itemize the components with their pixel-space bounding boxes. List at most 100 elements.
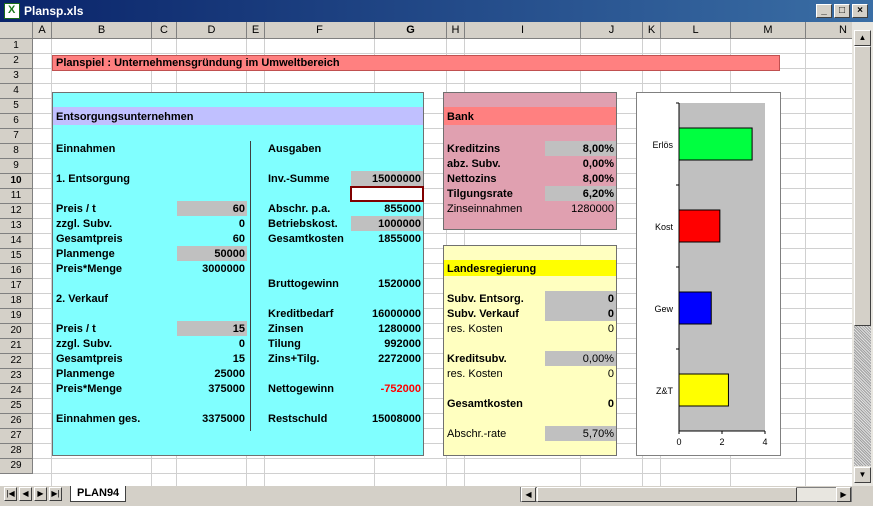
land-gesamtkosten-value[interactable]: 0 [545, 397, 614, 411]
v-gesamtpreis-value[interactable]: 15 [177, 352, 245, 366]
v-preis-menge-value[interactable]: 375000 [177, 382, 245, 396]
row-header-11[interactable]: 11 [0, 189, 33, 204]
res-kosten-2-value[interactable]: 0 [545, 367, 614, 381]
column-header-b[interactable]: B [52, 22, 152, 39]
row-header-14[interactable]: 14 [0, 234, 33, 249]
h-scroll-thumb[interactable] [537, 487, 797, 502]
rest-value[interactable]: 15008000 [351, 412, 421, 426]
zinsen-value[interactable]: 1280000 [351, 322, 421, 336]
prev-sheet-button[interactable]: ◀ [19, 487, 32, 501]
abschr-rate-value[interactable]: 5,70% [545, 427, 614, 441]
preis-menge-value[interactable]: 3000000 [177, 262, 245, 276]
row-header-23[interactable]: 23 [0, 369, 33, 384]
row-header-16[interactable]: 16 [0, 264, 33, 279]
column-header-i[interactable]: I [465, 22, 581, 39]
row-header-10[interactable]: 10 [0, 174, 33, 189]
kreditbedarf-value[interactable]: 16000000 [351, 307, 421, 321]
kreditsubv-value[interactable]: 0,00% [545, 352, 614, 366]
einn-ges-value[interactable]: 3375000 [177, 412, 245, 426]
column-header-a[interactable]: A [33, 22, 52, 39]
column-header-k[interactable]: K [643, 22, 661, 39]
column-header-j[interactable]: J [581, 22, 643, 39]
netto-value[interactable]: -752000 [351, 382, 421, 396]
subv-verkauf-value[interactable]: 0 [545, 307, 614, 321]
column-header-m[interactable]: M [731, 22, 806, 39]
row-header-18[interactable]: 18 [0, 294, 33, 309]
scroll-left-button[interactable]: ◀ [521, 487, 536, 502]
row-header-28[interactable]: 28 [0, 444, 33, 459]
landesregierung-panel: Landesregierung Subv. Entsorg. 0 Subv. V… [443, 245, 617, 456]
row-header-25[interactable]: 25 [0, 399, 33, 414]
zzgl-value[interactable]: 0 [177, 217, 245, 231]
column-header-n[interactable]: N [806, 22, 852, 39]
row-header-15[interactable]: 15 [0, 249, 33, 264]
row-header-2[interactable]: 2 [0, 54, 33, 69]
subv-entsorg-value[interactable]: 0 [545, 292, 614, 306]
row-header-8[interactable]: 8 [0, 144, 33, 159]
last-sheet-button[interactable]: ▶| [49, 487, 62, 501]
row-header-6[interactable]: 6 [0, 114, 33, 129]
column-header-g[interactable]: G [375, 22, 447, 39]
zinseinnahmen-value[interactable]: 1280000 [545, 202, 614, 216]
nettozins-value[interactable]: 8,00% [545, 172, 614, 186]
row-header-29[interactable]: 29 [0, 459, 33, 474]
v-preis-value[interactable]: 15 [177, 322, 245, 336]
horizontal-scrollbar[interactable]: ◀ ▶ [520, 487, 852, 502]
row-header-7[interactable]: 7 [0, 129, 33, 144]
column-header-e[interactable]: E [247, 22, 265, 39]
preis-label: Preis / t [56, 203, 96, 215]
active-cell[interactable] [350, 186, 424, 202]
row-header-12[interactable]: 12 [0, 204, 33, 219]
v-planmenge-value[interactable]: 25000 [177, 367, 245, 381]
row-header-1[interactable]: 1 [0, 39, 33, 54]
select-all-corner[interactable] [0, 22, 33, 39]
next-sheet-button[interactable]: ▶ [34, 487, 47, 501]
maximize-button[interactable]: □ [834, 4, 850, 18]
row-header-20[interactable]: 20 [0, 324, 33, 339]
zt-value[interactable]: 2272000 [351, 352, 421, 366]
gesamtkosten-value[interactable]: 1855000 [351, 232, 421, 246]
column-header-l[interactable]: L [661, 22, 731, 39]
row-header-26[interactable]: 26 [0, 414, 33, 429]
v-preis-label: Preis / t [56, 323, 96, 335]
tilgungsrate-value[interactable]: 6,20% [545, 187, 614, 201]
v-zzgl-value[interactable]: 0 [177, 337, 245, 351]
close-button[interactable]: × [852, 4, 868, 18]
scroll-up-button[interactable]: ▲ [854, 30, 871, 46]
row-header-17[interactable]: 17 [0, 279, 33, 294]
vertical-scrollbar[interactable]: ▲ ▼ [852, 22, 873, 486]
tilgung-value[interactable]: 992000 [351, 337, 421, 351]
column-header-h[interactable]: H [447, 22, 465, 39]
row-header-22[interactable]: 22 [0, 354, 33, 369]
brutto-value[interactable]: 1520000 [351, 277, 421, 291]
row-header-21[interactable]: 21 [0, 339, 33, 354]
row-header-27[interactable]: 27 [0, 429, 33, 444]
row-header-5[interactable]: 5 [0, 99, 33, 114]
scroll-right-button[interactable]: ▶ [836, 487, 851, 502]
row-header-19[interactable]: 19 [0, 309, 33, 324]
row-header-3[interactable]: 3 [0, 69, 33, 84]
abz-subv-value[interactable]: 0,00% [545, 157, 614, 171]
minimize-button[interactable]: _ [816, 4, 832, 18]
row-header-13[interactable]: 13 [0, 219, 33, 234]
column-header-d[interactable]: D [177, 22, 247, 39]
res-kosten-1-value[interactable]: 0 [545, 322, 614, 336]
spreadsheet-grid[interactable]: Planspiel : Unternehmensgründung im Umwe… [0, 22, 852, 486]
preis-value[interactable]: 60 [177, 202, 245, 216]
sheet-tab-plan94[interactable]: PLAN94 [70, 486, 127, 502]
row-header-9[interactable]: 9 [0, 159, 33, 174]
betrieb-value[interactable]: 1000000 [351, 217, 421, 231]
inv-value[interactable]: 15000000 [351, 172, 421, 186]
first-sheet-button[interactable]: |◀ [4, 487, 17, 501]
kreditzins-value[interactable]: 8,00% [545, 142, 614, 156]
scroll-down-button[interactable]: ▼ [854, 467, 871, 483]
gesamtpreis-value[interactable]: 60 [177, 232, 245, 246]
column-header-f[interactable]: F [265, 22, 375, 39]
planmenge-value[interactable]: 50000 [177, 247, 245, 261]
row-header-4[interactable]: 4 [0, 84, 33, 99]
scroll-thumb[interactable] [854, 46, 871, 326]
column-header-c[interactable]: C [152, 22, 177, 39]
row-header-24[interactable]: 24 [0, 384, 33, 399]
chart-container[interactable]: Erlös Kost Gew Z&T 0 2 4 [636, 92, 781, 456]
abschr-value[interactable]: 855000 [351, 202, 421, 216]
